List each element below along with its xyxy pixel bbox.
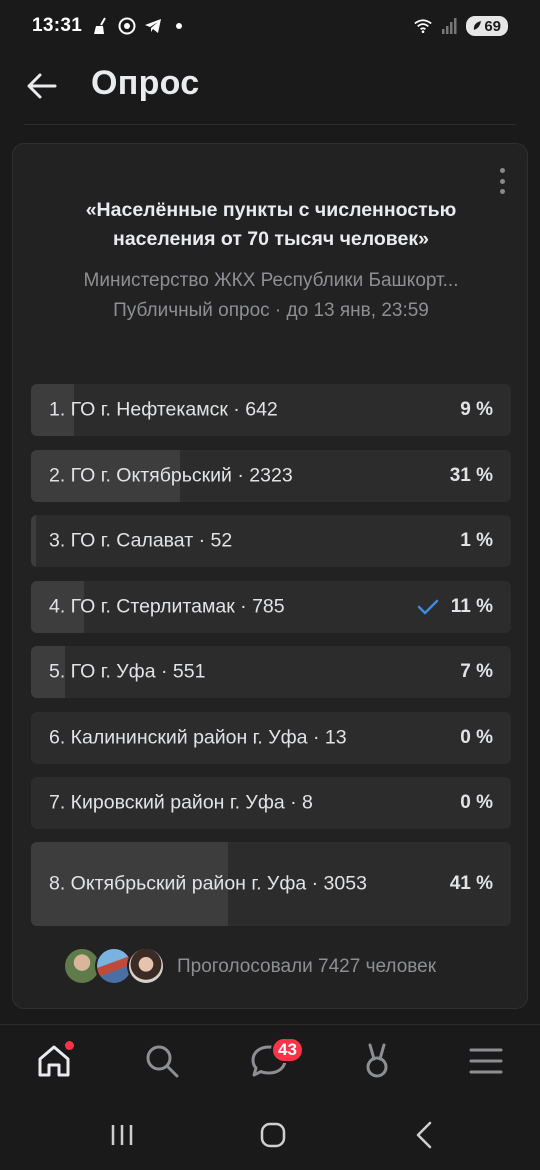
poll-option-text: 1. ГО г. Нефтекамск <box>49 398 228 421</box>
poll-option-votes: · 13 <box>307 726 347 749</box>
voters-count-text: Проголосовали 7427 человек <box>177 956 437 977</box>
page-title: Опрос <box>91 64 200 102</box>
poll-option[interactable]: 8. Октябрьский район г. Уфа · 3053 41 % <box>31 842 511 926</box>
messages-badge: 43 <box>271 1037 304 1063</box>
chevron-left-icon <box>416 1121 432 1149</box>
poll-option[interactable]: 1. ГО г. Нефтекамск · 642 9 % <box>31 384 511 436</box>
poll-option[interactable]: 3. ГО г. Салават · 52 1 % <box>31 515 511 567</box>
poll-option-votes: · 785 <box>234 595 285 618</box>
battery-level: 69 <box>484 17 501 35</box>
more-options-button[interactable] <box>495 166 509 196</box>
tab-clips[interactable] <box>355 1039 399 1083</box>
poll-option-label: 2. ГО г. Октябрьский · 2323 <box>49 462 389 491</box>
poll-option-text: 7. Кировский район г. Уфа <box>49 791 285 814</box>
home-circle-icon <box>260 1122 286 1148</box>
poll-option[interactable]: 7. Кировский район г. Уфа · 8 0 % <box>31 777 511 829</box>
poll-option[interactable]: 6. Калининский район г. Уфа · 13 0 % <box>31 712 511 764</box>
more-dot-icon <box>499 168 505 173</box>
poll-meta: Публичный опрос · до 13 янв, 23:59 <box>113 300 429 321</box>
poll-option-percent: 1 % <box>460 530 493 551</box>
battery-saver-icon <box>474 21 482 30</box>
check-icon <box>417 599 439 615</box>
poll-option-votes: · 2323 <box>231 464 293 487</box>
clips-icon <box>366 1043 388 1078</box>
poll-option-text: 3. ГО г. Салават <box>49 529 194 552</box>
poll-option-label: 3. ГО г. Салават · 52 <box>49 527 389 556</box>
poll-option-label: 7. Кировский район г. Уфа · 8 <box>49 789 389 818</box>
bottom-tab-bar: 43 <box>0 1025 540 1101</box>
poll-option-label: 8. Октябрьский район г. Уфа · 3053 <box>49 870 389 899</box>
menu-icon <box>469 1048 503 1074</box>
poll-option-text: 6. Калининский район г. Уфа <box>49 726 308 749</box>
back-button[interactable] <box>24 68 60 104</box>
search-icon <box>146 1045 179 1078</box>
tab-search[interactable] <box>140 1039 184 1083</box>
poll-option-text: 5. ГО г. Уфа <box>49 660 156 683</box>
broom-icon <box>92 17 110 35</box>
poll-option-label: 5. ГО г. Уфа · 551 <box>49 658 389 687</box>
signal-icon <box>440 17 458 35</box>
poll-option-label: 1. ГО г. Нефтекамск · 642 <box>49 396 389 425</box>
battery-indicator: 69 <box>466 16 508 36</box>
poll-option-percent: 7 % <box>460 661 493 682</box>
voters-row[interactable]: Проголосовали 7427 человек <box>63 947 436 987</box>
back-system-button[interactable] <box>404 1119 444 1151</box>
poll-option-text: 4. ГО г. Стерлитамак <box>49 595 235 618</box>
poll-option-percent: 31 % <box>449 465 493 486</box>
poll-option-percent: 0 % <box>460 727 493 748</box>
header-divider <box>24 124 516 125</box>
dot-icon <box>170 17 188 35</box>
poll-option-votes: · 551 <box>155 660 206 683</box>
poll-option-percent: 0 % <box>460 792 493 813</box>
tab-home[interactable] <box>32 1039 76 1083</box>
poll-option-votes: · 52 <box>193 529 233 552</box>
poll-option-result-bar <box>31 515 36 567</box>
poll-option-text: 2. ГО г. Октябрьский <box>49 464 232 487</box>
voter-avatars <box>63 947 167 987</box>
poll-card: «Населённые пункты с численностью населе… <box>12 143 528 1009</box>
poll-option-percent: 11 % <box>450 596 493 617</box>
poll-author[interactable]: Министерство ЖКХ Республики Башкорт... <box>53 270 489 292</box>
poll-option-percent: 9 % <box>460 399 493 420</box>
home-notification-dot <box>65 1041 74 1050</box>
wifi-icon <box>414 17 433 35</box>
poll-option-percent: 41 % <box>449 873 493 894</box>
chrome-icon <box>118 17 136 35</box>
poll-option-text: 8. Октябрьский район г. Уфа <box>49 872 307 895</box>
status-bar: 13:31 69 <box>0 0 540 52</box>
tab-menu[interactable] <box>464 1039 508 1083</box>
more-dot-icon <box>499 178 505 184</box>
recent-apps-icon <box>111 1125 133 1145</box>
avatar <box>127 947 165 985</box>
system-navigation-bar <box>0 1101 540 1170</box>
telegram-icon <box>144 17 162 35</box>
poll-option[interactable]: 2. ГО г. Октябрьский · 2323 31 % <box>31 450 511 502</box>
poll-title: «Населённые пункты с численностью населе… <box>85 199 457 250</box>
tab-messages[interactable]: 43 <box>247 1037 304 1083</box>
app-header: Опрос <box>0 52 540 124</box>
status-time: 13:31 <box>32 15 83 36</box>
poll-option-votes: · 3053 <box>306 872 367 895</box>
status-notification-icons <box>92 17 188 35</box>
poll-option-votes: · 642 <box>227 398 278 421</box>
more-dot-icon <box>499 189 505 194</box>
poll-option-label: 4. ГО г. Стерлитамак · 785 <box>49 593 389 622</box>
poll-option[interactable]: 4. ГО г. Стерлитамак · 785 11 % <box>31 581 511 633</box>
poll-option-votes: · 8 <box>284 791 313 814</box>
recent-apps-button[interactable] <box>102 1119 142 1151</box>
arrow-left-icon <box>27 73 57 99</box>
poll-option-label: 6. Калининский район г. Уфа · 13 <box>49 724 389 753</box>
poll-option[interactable]: 5. ГО г. Уфа · 551 7 % <box>31 646 511 698</box>
home-system-button[interactable] <box>253 1119 293 1151</box>
